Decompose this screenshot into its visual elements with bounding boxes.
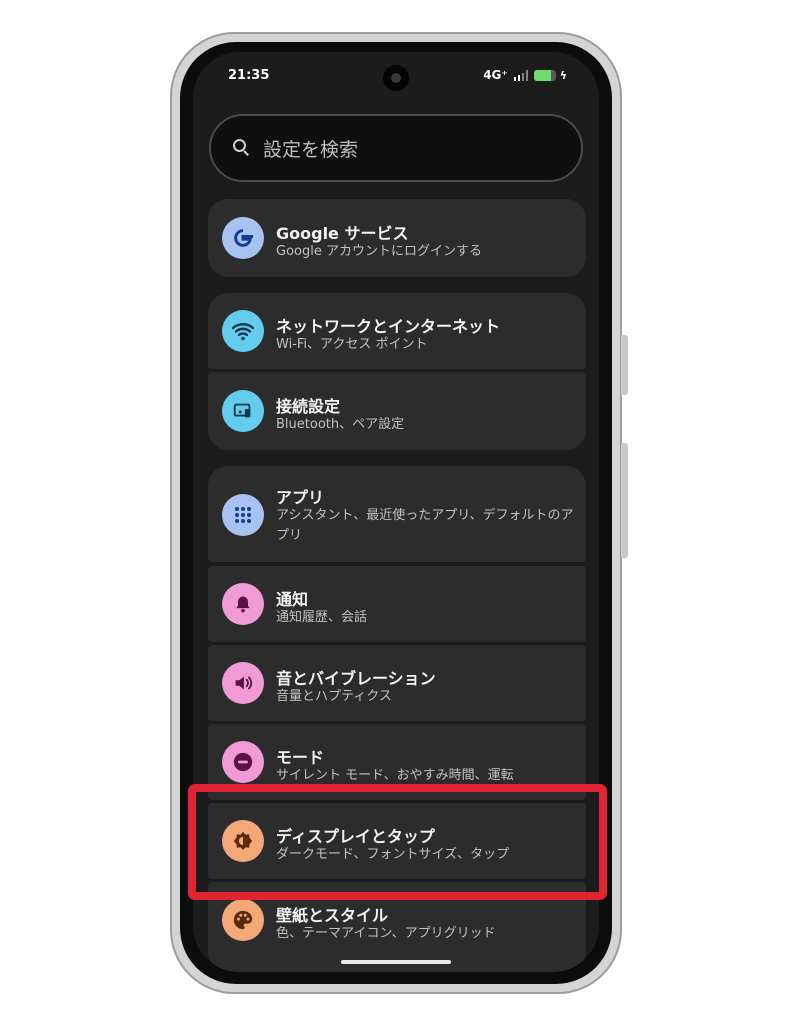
settings-item-network[interactable]: ネットワークとインターネット Wi-Fi、アクセス ポイント: [208, 293, 586, 369]
item-title: 音とバイブレーション: [276, 669, 436, 688]
search-icon: [233, 139, 251, 157]
settings-item-notifications[interactable]: 通知 通知履歴、会話: [208, 566, 586, 642]
item-title: Google サービス: [276, 224, 409, 243]
google-g-icon: [222, 217, 264, 259]
connected-devices-icon: [222, 390, 264, 432]
apps-grid-icon: [222, 494, 264, 536]
item-subtitle: サイレント モード、おやすみ時間、運転: [276, 768, 514, 783]
volume-button: [621, 443, 628, 558]
item-subtitle: 色、テーマアイコン、アプリグリッド: [276, 926, 496, 941]
wifi-icon: [222, 310, 264, 352]
settings-item-sound[interactable]: 音とバイブレーション 音量とハプティクス: [208, 645, 586, 721]
volume-icon: [222, 662, 264, 704]
palette-icon: [222, 899, 264, 941]
item-subtitle: Bluetooth、ペア設定: [276, 417, 405, 432]
item-title: 通知: [276, 590, 309, 609]
settings-item-google-services[interactable]: Google サービス Google アカウントにログインする: [208, 199, 586, 277]
item-title: 接続設定: [276, 397, 341, 416]
item-subtitle: 音量とハプティクス: [276, 689, 392, 704]
status-bar: 21:35 4G⁺ ϟ: [193, 52, 599, 102]
front-camera: [383, 65, 409, 91]
search-settings-bar[interactable]: 設定を検索: [209, 114, 583, 182]
item-title: ネットワークとインターネット: [276, 317, 501, 336]
item-subtitle: 通知履歴、会話: [276, 610, 368, 625]
battery-icon: [533, 69, 556, 81]
search-placeholder: 設定を検索: [263, 138, 359, 161]
battery-level-fill: [533, 69, 552, 81]
item-subtitle: Google アカウントにログインする: [276, 244, 482, 259]
signal-icon: [513, 69, 528, 81]
power-button: [621, 335, 628, 395]
do-not-disturb-icon: [222, 741, 264, 783]
bell-icon: [222, 583, 264, 625]
status-indicators: 4G⁺ ϟ: [483, 68, 567, 82]
status-time: 21:35: [228, 68, 270, 83]
charging-icon: ϟ: [559, 68, 567, 82]
item-title: モード: [276, 748, 325, 767]
item-title: 壁紙とスタイル: [276, 906, 389, 925]
gesture-nav-handle[interactable]: [341, 960, 451, 964]
item-title: アプリ: [276, 488, 325, 507]
item-subtitle: Wi-Fi、アクセス ポイント: [276, 337, 428, 352]
network-type: 4G⁺: [483, 68, 508, 82]
settings-item-apps[interactable]: アプリ アシスタント、最近使ったアプリ、デフォルトのアプリ: [208, 466, 586, 562]
highlight-box: [188, 784, 607, 900]
settings-item-connected-devices[interactable]: 接続設定 Bluetooth、ペア設定: [208, 372, 586, 450]
item-subtitle: アシスタント、最近使ったアプリ、デフォルトのアプリ: [276, 508, 574, 543]
